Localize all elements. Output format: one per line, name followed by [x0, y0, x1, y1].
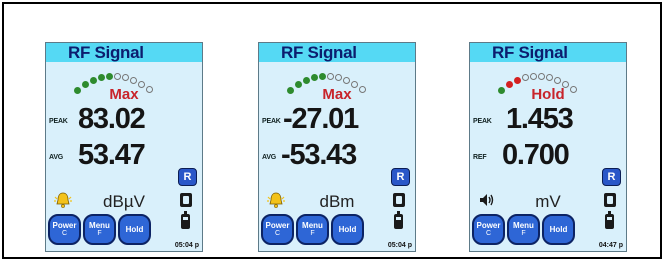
title-bar: RF Signal — [259, 43, 415, 62]
menu-button-label: Menu — [89, 221, 110, 230]
device-screen-2: RF Signal Max PEAK -27.01 AVG -53.43 R d… — [258, 42, 416, 252]
signal-dot-empty — [122, 74, 129, 81]
menu-button[interactable]: Menu F — [507, 214, 540, 245]
title-bar: RF Signal — [46, 43, 202, 62]
avg-value: -53.43 — [281, 139, 357, 171]
avg-value: 53.47 — [78, 139, 146, 171]
power-button-label: Power — [476, 221, 501, 230]
clock: 04:47 p — [598, 242, 623, 249]
signal-dot-empty — [554, 77, 561, 84]
peak-tag: PEAK — [49, 118, 68, 125]
range-button[interactable]: R — [391, 168, 410, 186]
signal-dot-empty — [114, 73, 121, 80]
range-button[interactable]: R — [178, 168, 197, 186]
meter-icon — [393, 193, 405, 207]
menu-button-label: Menu — [513, 221, 534, 230]
signal-dot-red — [514, 77, 521, 84]
hold-button-label: Hold — [549, 225, 568, 234]
menu-button-key: F — [521, 230, 526, 237]
title-bar: RF Signal — [470, 43, 626, 62]
signal-dot-empty — [335, 74, 342, 81]
hold-button[interactable]: Hold — [542, 214, 575, 245]
peak-value: 83.02 — [78, 103, 146, 135]
signal-dot-empty — [546, 74, 553, 81]
power-button-key: C — [274, 230, 281, 237]
signal-dot-green — [90, 77, 97, 84]
range-button[interactable]: R — [602, 168, 621, 186]
unit-label: mV — [535, 192, 561, 211]
signal-dot-empty — [327, 73, 334, 80]
signal-dot-empty — [522, 74, 529, 81]
menu-button[interactable]: Menu F — [83, 214, 116, 245]
power-button-label: Power — [52, 221, 77, 230]
signal-dot-green — [319, 73, 326, 80]
battery-icon — [394, 211, 403, 229]
signal-dot-empty — [343, 77, 350, 84]
menu-button-label: Menu — [302, 221, 323, 230]
peak-value: -27.01 — [283, 103, 359, 135]
battery-icon — [605, 211, 614, 229]
peak-value: 1.453 — [506, 103, 574, 135]
hold-button[interactable]: Hold — [118, 214, 151, 245]
power-button-key: C — [61, 230, 68, 237]
power-button[interactable]: Power C — [261, 214, 294, 245]
clock: 05:04 p — [174, 242, 199, 249]
battery-icon — [181, 211, 190, 229]
screen-title: RF Signal — [492, 43, 568, 62]
hold-button-label: Hold — [125, 225, 144, 234]
power-button-key: C — [485, 230, 492, 237]
signal-dot-green — [311, 74, 318, 81]
signal-dot-empty — [130, 77, 137, 84]
signal-dot-green — [98, 74, 105, 81]
signal-dot-empty — [530, 73, 537, 80]
peak-tag: PEAK — [473, 118, 492, 125]
unit-label: dBm — [319, 192, 355, 211]
device-screen-3: RF Signal Hold PEAK 1.453 REF 0.700 R mV… — [469, 42, 627, 252]
signal-dot-green — [303, 77, 310, 84]
mode-label: Hold — [531, 86, 565, 103]
meter-icon — [180, 193, 192, 207]
device-screen-1: RF Signal Max PEAK 83.02 AVG 53.47 R dBµ… — [45, 42, 203, 252]
clock: 05:04 p — [387, 242, 412, 249]
avg-tag: AVG — [262, 154, 277, 161]
menu-button[interactable]: Menu F — [296, 214, 329, 245]
mode-label: Max — [109, 86, 139, 103]
ref-value: 0.700 — [502, 139, 570, 171]
meter-icon — [604, 193, 616, 207]
power-button[interactable]: Power C — [472, 214, 505, 245]
power-button[interactable]: Power C — [48, 214, 81, 245]
ref-tag: REF — [473, 154, 487, 161]
signal-dot-green — [106, 73, 113, 80]
signal-dot-empty — [538, 73, 545, 80]
screen-title: RF Signal — [281, 43, 357, 62]
peak-tag: PEAK — [262, 118, 281, 125]
menu-button-key: F — [310, 230, 315, 237]
power-button-label: Power — [265, 221, 290, 230]
screen-title: RF Signal — [68, 43, 144, 62]
outer-frame: RF Signal Max PEAK 83.02 AVG 53.47 R dBµ… — [2, 2, 662, 259]
hold-button-label: Hold — [338, 225, 357, 234]
menu-button-key: F — [97, 230, 102, 237]
mode-label: Max — [322, 86, 352, 103]
hold-button[interactable]: Hold — [331, 214, 364, 245]
avg-tag: AVG — [49, 154, 64, 161]
unit-label: dBµV — [103, 192, 145, 211]
